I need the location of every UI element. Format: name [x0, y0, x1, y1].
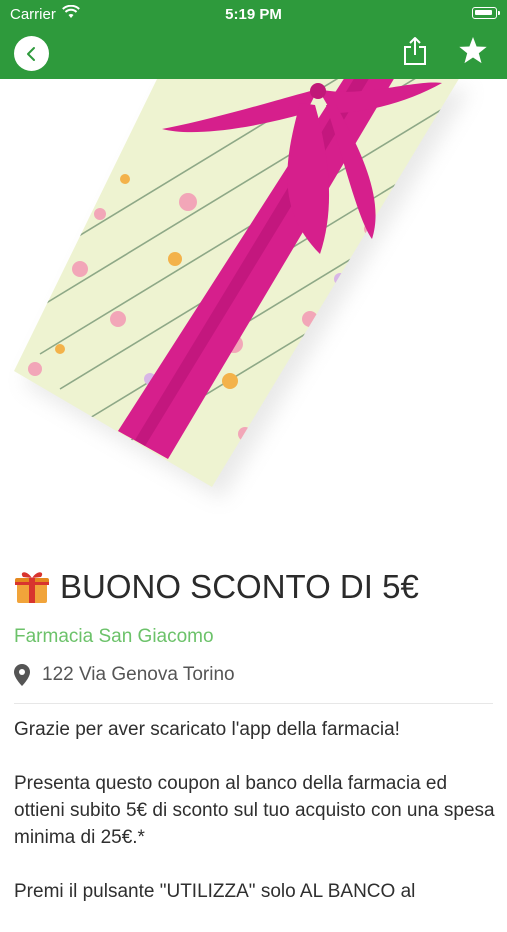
gift-box-illustration: [14, 79, 470, 499]
share-icon[interactable]: [402, 36, 428, 66]
top-bar: Carrier 5:19 PM: [0, 0, 507, 79]
star-icon[interactable]: [458, 36, 488, 66]
pharmacy-name-link[interactable]: Farmacia San Giacomo: [14, 626, 214, 648]
description-paragraph: Presenta questo coupon al banco della fa…: [14, 773, 495, 848]
status-bar: Carrier 5:19 PM: [0, 0, 507, 30]
coupon-title-row: BUONO SCONTO DI 5€: [14, 568, 419, 606]
battery-icon: [472, 7, 500, 19]
divider: [14, 703, 493, 704]
chevron-left-icon: [26, 46, 35, 61]
status-time: 5:19 PM: [225, 6, 282, 23]
back-button[interactable]: [14, 36, 49, 71]
description-paragraph: Grazie per aver scaricato l'app della fa…: [14, 719, 400, 740]
address-row[interactable]: 122 Via Genova Torino: [14, 664, 235, 686]
address-text: 122 Via Genova Torino: [42, 664, 235, 685]
gift-icon: [15, 572, 49, 603]
coupon-image: [0, 79, 507, 539]
location-pin-icon: [14, 664, 30, 686]
coupon-title: BUONO SCONTO DI 5€: [60, 568, 419, 605]
description-paragraph: Premi il pulsante "UTILIZZA" solo AL BAN…: [14, 881, 416, 902]
